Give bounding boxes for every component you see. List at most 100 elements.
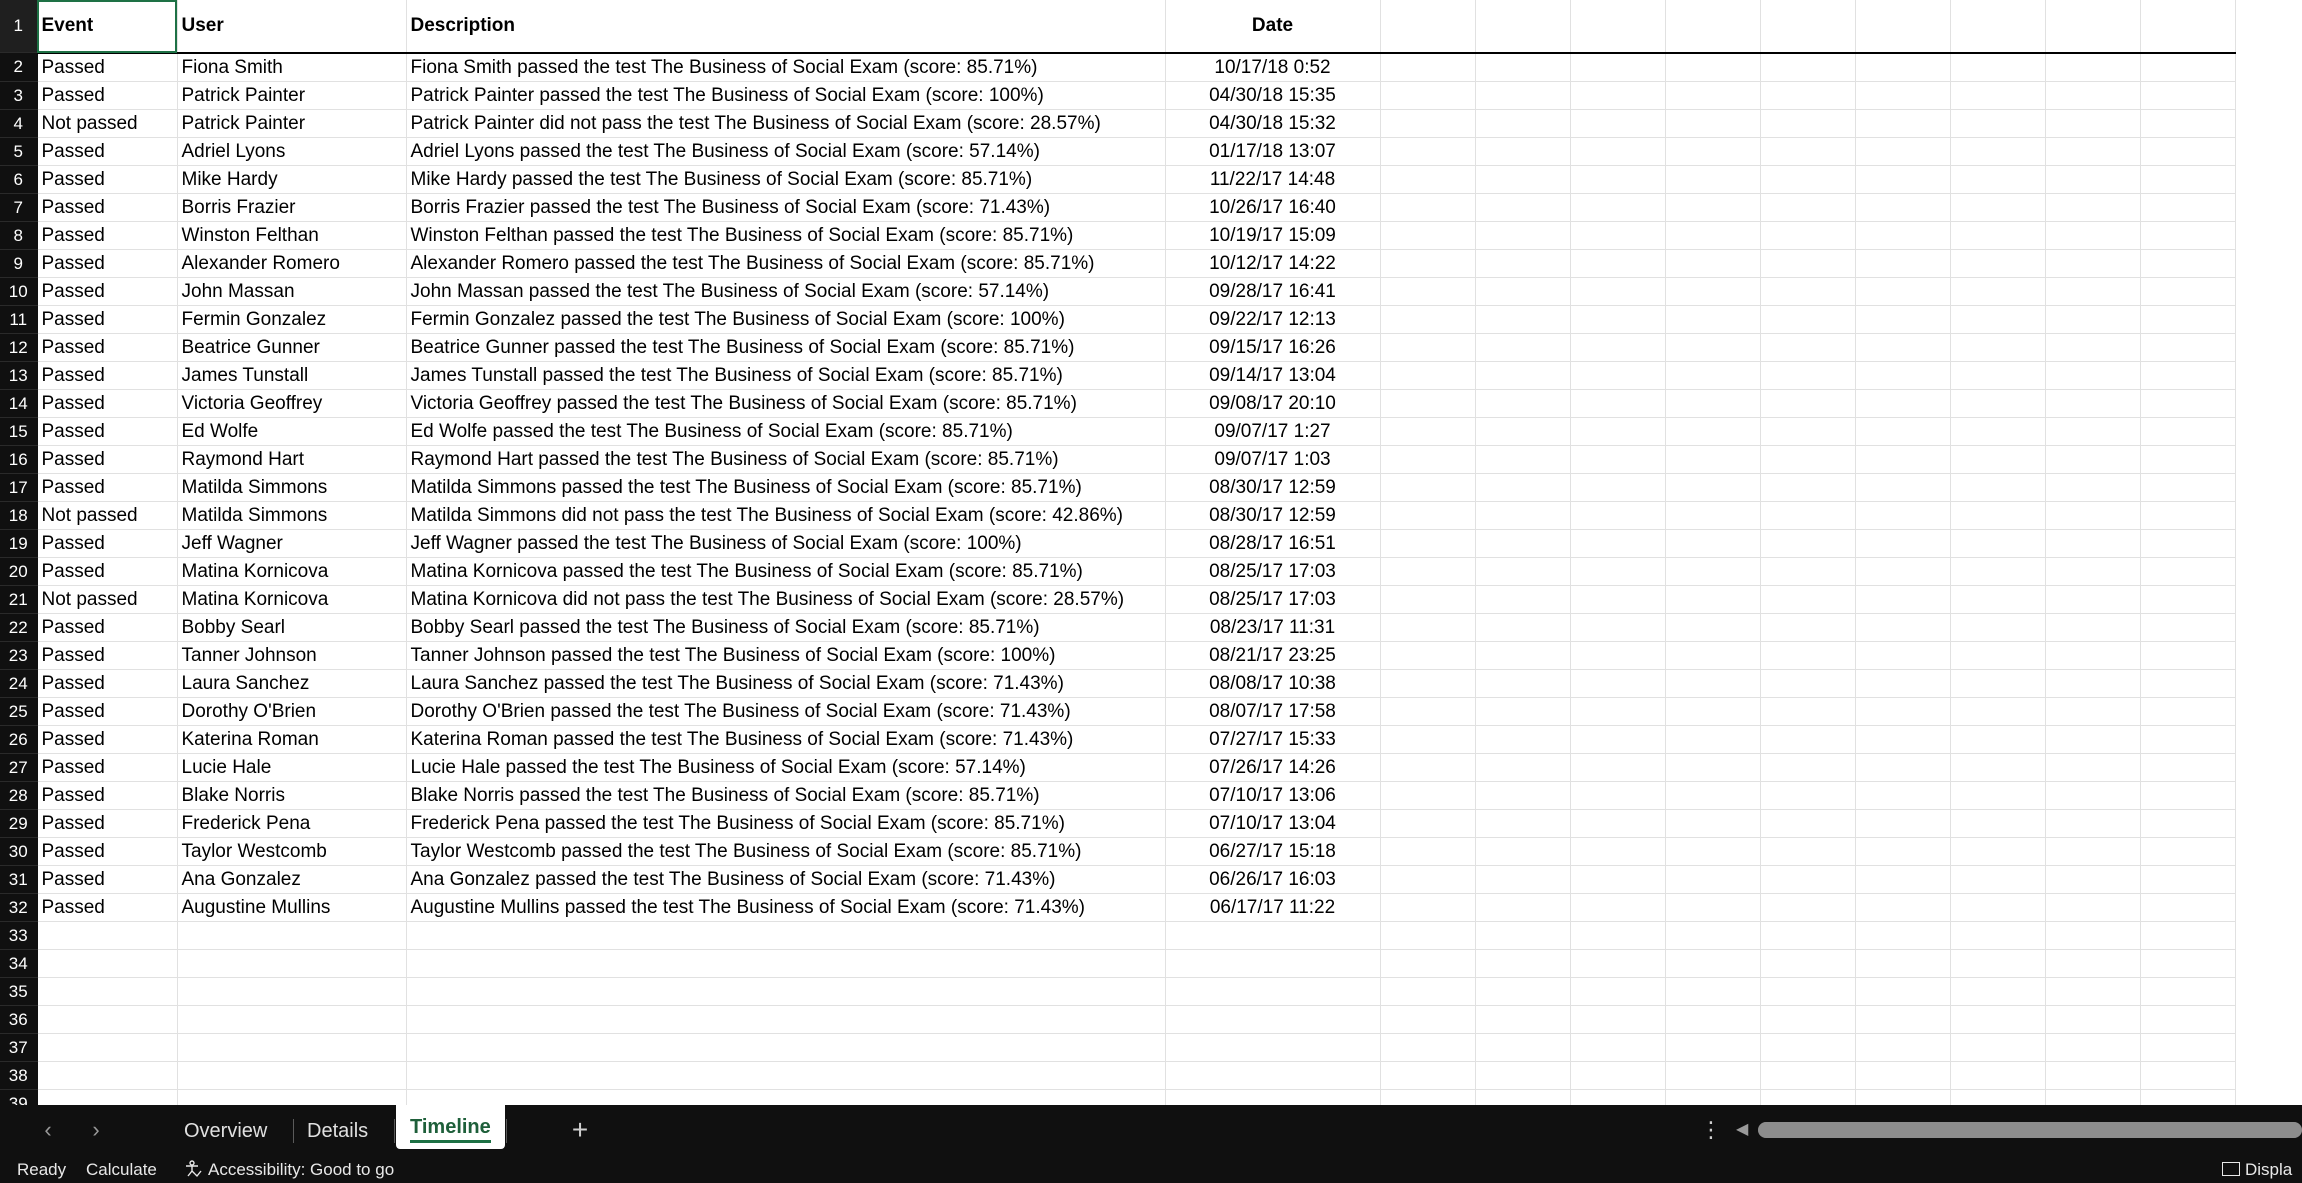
empty-cell[interactable] [1665,137,1761,166]
empty-cell[interactable] [1570,81,1666,110]
row-number[interactable]: 26 [0,725,38,754]
empty-cell[interactable] [2140,0,2236,54]
empty-cell[interactable] [1950,305,2046,334]
empty-cell[interactable] [2140,725,2236,754]
date-cell[interactable]: 06/27/17 15:18 [1165,837,1381,866]
empty-cell[interactable] [1665,837,1761,866]
empty-cell[interactable] [406,1061,1166,1090]
empty-cell[interactable] [1950,529,2046,558]
empty-cell[interactable] [2045,389,2141,418]
description-cell[interactable]: Matilda Simmons passed the test The Busi… [406,473,1166,502]
empty-cell[interactable] [2140,389,2236,418]
event-cell[interactable]: Passed [37,753,178,782]
row-number[interactable]: 18 [0,501,38,530]
empty-cell[interactable] [1380,501,1476,530]
empty-cell[interactable] [2140,52,2236,82]
date-cell[interactable]: 08/08/17 10:38 [1165,669,1381,698]
empty-cell[interactable] [1570,529,1666,558]
row-number[interactable]: 37 [0,1033,38,1062]
event-cell[interactable]: Passed [37,221,178,250]
empty-cell[interactable] [37,1061,178,1090]
event-cell[interactable]: Passed [37,641,178,670]
display-settings-button[interactable]: Displa [2222,1156,2292,1183]
empty-cell[interactable] [1665,1061,1761,1090]
empty-cell[interactable] [1855,81,1951,110]
empty-cell[interactable] [1475,137,1571,166]
empty-cell[interactable] [2140,669,2236,698]
date-cell[interactable]: 08/23/17 11:31 [1165,613,1381,642]
empty-cell[interactable] [1570,781,1666,810]
date-cell[interactable]: 09/28/17 16:41 [1165,277,1381,306]
empty-cell[interactable] [2045,865,2141,894]
row-number[interactable]: 22 [0,613,38,642]
date-cell[interactable]: 10/17/18 0:52 [1165,52,1381,82]
empty-cell[interactable] [2140,81,2236,110]
empty-cell[interactable] [1570,445,1666,474]
date-cell[interactable]: 09/15/17 16:26 [1165,333,1381,362]
row-number[interactable]: 14 [0,389,38,418]
description-cell[interactable]: Fermin Gonzalez passed the test The Busi… [406,305,1166,334]
date-cell[interactable]: 09/22/17 12:13 [1165,305,1381,334]
event-cell[interactable]: Passed [37,473,178,502]
empty-cell[interactable] [1855,697,1951,726]
description-cell[interactable]: Augustine Mullins passed the test The Bu… [406,893,1166,922]
description-cell[interactable]: Laura Sanchez passed the test The Busine… [406,669,1166,698]
empty-cell[interactable] [1380,473,1476,502]
description-cell[interactable]: Matina Kornicova did not pass the test T… [406,585,1166,614]
empty-cell[interactable] [1760,921,1856,950]
date-cell[interactable]: 09/07/17 1:03 [1165,445,1381,474]
empty-cell[interactable] [1760,781,1856,810]
empty-cell[interactable] [1950,949,2046,978]
empty-cell[interactable] [1475,865,1571,894]
empty-cell[interactable] [1760,389,1856,418]
empty-cell[interactable] [1950,333,2046,362]
event-cell[interactable]: Passed [37,781,178,810]
empty-cell[interactable] [1475,361,1571,390]
empty-cell[interactable] [1950,977,2046,1006]
row-number[interactable]: 28 [0,781,38,810]
event-cell[interactable]: Passed [37,52,178,82]
empty-cell[interactable] [2140,1033,2236,1062]
empty-cell[interactable] [1760,837,1856,866]
empty-cell[interactable] [1165,921,1381,950]
empty-cell[interactable] [1855,221,1951,250]
empty-cell[interactable] [1855,557,1951,586]
empty-cell[interactable] [1570,641,1666,670]
description-cell[interactable]: Matilda Simmons did not pass the test Th… [406,501,1166,530]
empty-cell[interactable] [1950,809,2046,838]
empty-cell[interactable] [1760,1089,1856,1105]
empty-cell[interactable] [1665,417,1761,446]
empty-cell[interactable] [2140,613,2236,642]
empty-cell[interactable] [1380,445,1476,474]
empty-cell[interactable] [1665,641,1761,670]
event-cell[interactable]: Passed [37,361,178,390]
accessibility-status[interactable]: Accessibility: Good to go [184,1156,394,1183]
empty-cell[interactable] [2140,473,2236,502]
user-cell[interactable]: Beatrice Gunner [177,333,407,362]
empty-cell[interactable] [2045,893,2141,922]
empty-cell[interactable] [2045,305,2141,334]
empty-cell[interactable] [2045,0,2141,54]
empty-cell[interactable] [1475,585,1571,614]
empty-cell[interactable] [2045,417,2141,446]
empty-cell[interactable] [1475,557,1571,586]
date-cell[interactable]: 10/12/17 14:22 [1165,249,1381,278]
empty-cell[interactable] [1760,1005,1856,1034]
description-cell[interactable]: Alexander Romero passed the test The Bus… [406,249,1166,278]
empty-cell[interactable] [1665,249,1761,278]
user-cell[interactable]: Tanner Johnson [177,641,407,670]
event-cell[interactable]: Passed [37,81,178,110]
user-cell[interactable]: Mike Hardy [177,165,407,194]
empty-cell[interactable] [1475,277,1571,306]
description-cell[interactable]: Ed Wolfe passed the test The Business of… [406,417,1166,446]
empty-cell[interactable] [1665,165,1761,194]
empty-cell[interactable] [1380,0,1476,54]
user-cell[interactable]: Jeff Wagner [177,529,407,558]
empty-cell[interactable] [37,977,178,1006]
empty-cell[interactable] [1855,333,1951,362]
date-cell[interactable]: 08/21/17 23:25 [1165,641,1381,670]
empty-cell[interactable] [2045,501,2141,530]
empty-cell[interactable] [2045,837,2141,866]
empty-cell[interactable] [1950,641,2046,670]
chevron-left-icon[interactable]: ‹ [36,1117,60,1143]
